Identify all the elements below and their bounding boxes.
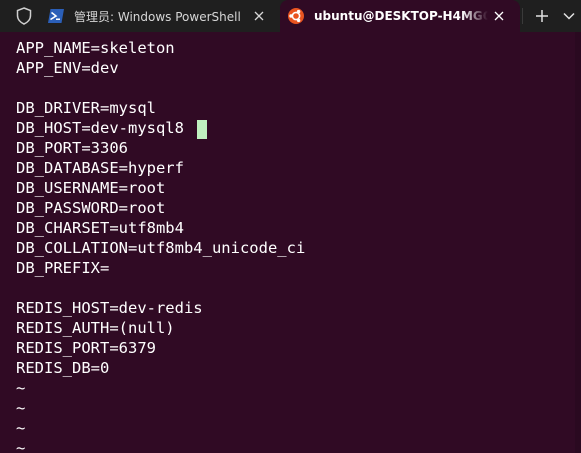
plus-icon — [536, 10, 548, 22]
scrollbar[interactable] — [575, 32, 581, 453]
new-tab-button[interactable] — [531, 5, 553, 27]
terminal-line: REDIS_AUTH=(null) — [16, 319, 175, 337]
terminal-line: APP_ENV=dev — [16, 59, 119, 77]
tab-label: ubuntu@DESKTOP-H4MGQIUS — [314, 9, 488, 23]
chevron-down-icon — [563, 12, 575, 20]
terminal-line: DB_DRIVER=mysql — [16, 99, 156, 117]
terminal-line: REDIS_DB=0 — [16, 359, 110, 377]
text-cursor — [197, 120, 207, 139]
terminal-line: REDIS_PORT=6379 — [16, 339, 156, 357]
ubuntu-icon — [288, 8, 304, 24]
terminal-line: DB_PASSWORD=root — [16, 199, 166, 217]
terminal-line: DB_HOST=dev-mysql8 — [16, 119, 184, 137]
terminal-line: DB_USERNAME=root — [16, 179, 166, 197]
tab-separator — [522, 8, 523, 24]
powershell-icon — [48, 8, 64, 24]
tab-label: 管理员: Windows PowerShell — [74, 9, 241, 24]
empty-line-marker: ~ — [16, 379, 26, 397]
terminal-window: 管理员: Windows PowerShell ubuntu@DESKTOP-H… — [0, 0, 581, 453]
empty-line-marker: ~ — [16, 439, 26, 453]
terminal-content[interactable]: APP_NAME=skeleton APP_ENV=dev DB_DRIVER=my… — [0, 32, 575, 453]
empty-line-marker: ~ — [16, 419, 26, 437]
shield-icon — [14, 6, 34, 26]
terminal-line: DB_CHARSET=utf8mb4 — [16, 219, 184, 237]
terminal-line: DB_PREFIX= — [16, 259, 110, 277]
terminal-line: APP_NAME=skeleton — [16, 39, 175, 57]
terminal-line: DB_DATABASE=hyperf — [16, 159, 184, 177]
close-icon[interactable] — [488, 5, 510, 27]
terminal-line: REDIS_HOST=dev-redis — [16, 299, 203, 317]
empty-line-marker: ~ — [16, 399, 26, 417]
tab-ubuntu[interactable]: ubuntu@DESKTOP-H4MGQIUS — [280, 0, 520, 32]
terminal-line: DB_COLLATION=utf8mb4_unicode_ci — [16, 239, 306, 257]
tab-powershell[interactable]: 管理员: Windows PowerShell — [40, 0, 280, 32]
terminal-line: DB_PORT=3306 — [16, 139, 128, 157]
tab-dropdown-button[interactable] — [560, 5, 578, 27]
close-icon[interactable] — [248, 5, 270, 27]
tab-bar: 管理员: Windows PowerShell ubuntu@DESKTOP-H… — [0, 0, 581, 32]
